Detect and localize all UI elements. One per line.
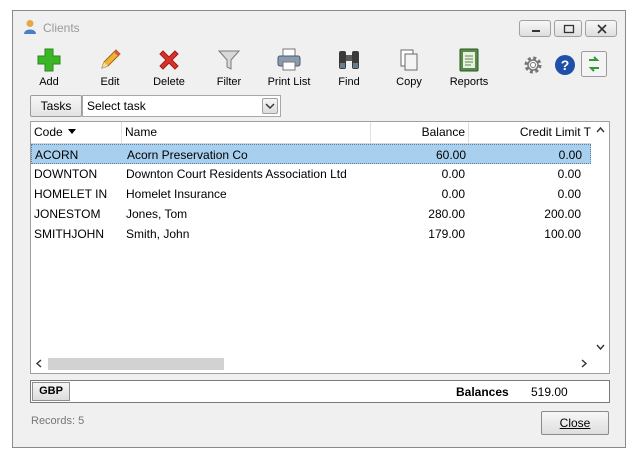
close-icon bbox=[597, 24, 607, 34]
cell-balance: 0.00 bbox=[441, 167, 465, 181]
tasks-button[interactable]: Tasks bbox=[30, 95, 82, 117]
delete-x-icon bbox=[159, 50, 179, 70]
clients-table: Code Name Balance Credit Limit T ACORN Ac… bbox=[30, 121, 610, 374]
add-label: Add bbox=[39, 76, 59, 88]
refresh-button[interactable] bbox=[581, 51, 607, 80]
table-row[interactable]: DOWNTON Downton Court Residents Associati… bbox=[31, 164, 591, 184]
find-button[interactable]: Find bbox=[319, 45, 379, 97]
copy-button[interactable]: Copy bbox=[379, 45, 439, 97]
clients-window: Clients Add Edit Delete Filter Print Lis… bbox=[12, 10, 626, 448]
cell-balance: 179.00 bbox=[428, 227, 465, 241]
header-code[interactable]: Code bbox=[31, 122, 122, 143]
toolbar: Add Edit Delete Filter Print List Find C… bbox=[13, 45, 625, 97]
cell-name: Acorn Preservation Co bbox=[127, 148, 248, 162]
gear-icon bbox=[524, 56, 542, 74]
plus-icon bbox=[37, 48, 61, 72]
help-button[interactable]: ? bbox=[554, 53, 576, 78]
copy-label: Copy bbox=[396, 76, 422, 88]
records-count: Records: 5 bbox=[31, 415, 85, 427]
cell-credit-limit: 0.00 bbox=[558, 148, 582, 162]
reports-button[interactable]: Reports bbox=[439, 45, 499, 97]
scroll-left-icon[interactable] bbox=[35, 359, 42, 371]
cell-credit-limit: 200.00 bbox=[544, 207, 581, 221]
edit-button[interactable]: Edit bbox=[80, 45, 140, 97]
print-list-label: Print List bbox=[267, 76, 311, 88]
delete-button[interactable]: Delete bbox=[139, 45, 199, 97]
funnel-icon bbox=[217, 50, 241, 70]
table-row[interactable]: JONESTOM Jones, Tom 280.00 200.00 bbox=[31, 204, 591, 224]
cell-name: Homelet Insurance bbox=[126, 187, 227, 201]
close-button[interactable]: Close bbox=[541, 411, 609, 435]
table-header: Code Name Balance Credit Limit T bbox=[31, 122, 591, 144]
filter-label: Filter bbox=[216, 76, 242, 88]
header-balance[interactable]: Balance bbox=[371, 122, 469, 143]
cell-name: Jones, Tom bbox=[126, 207, 188, 221]
cell-name: Smith, John bbox=[126, 227, 190, 241]
printer-icon bbox=[277, 48, 301, 71]
currency-button[interactable]: GBP bbox=[32, 382, 70, 401]
header-credit-limit[interactable]: Credit Limit T bbox=[469, 122, 591, 143]
settings-button[interactable] bbox=[521, 53, 545, 80]
filter-button[interactable]: Filter bbox=[199, 45, 259, 97]
vertical-scrollbar[interactable] bbox=[591, 122, 609, 355]
cell-credit-limit: 0.00 bbox=[557, 187, 581, 201]
horizontal-scroll-thumb[interactable] bbox=[48, 358, 224, 370]
cell-code: HOMELET IN bbox=[34, 187, 108, 201]
cell-credit-limit: 100.00 bbox=[544, 227, 581, 241]
binoculars-icon bbox=[339, 51, 359, 69]
header-name[interactable]: Name bbox=[122, 122, 371, 143]
cell-balance: 60.00 bbox=[435, 148, 466, 162]
cell-code: SMITHJOHN bbox=[34, 227, 104, 241]
cell-credit-limit: 0.00 bbox=[557, 167, 581, 181]
cell-balance: 280.00 bbox=[428, 207, 465, 221]
delete-label: Delete bbox=[153, 76, 185, 88]
help-icon: ? bbox=[555, 55, 575, 75]
maximize-icon bbox=[563, 24, 575, 34]
task-select[interactable]: Select task bbox=[82, 95, 281, 117]
sort-desc-icon bbox=[68, 129, 77, 134]
table-row[interactable]: ACORN Acorn Preservation Co 60.00 0.00 bbox=[31, 144, 591, 164]
window-title: Clients bbox=[43, 21, 80, 35]
table-row[interactable]: HOMELET IN Homelet Insurance 0.00 0.00 bbox=[31, 184, 591, 204]
scroll-down-icon[interactable] bbox=[596, 343, 605, 354]
svg-text:?: ? bbox=[561, 57, 570, 73]
cell-code: DOWNTON bbox=[34, 167, 98, 181]
copy-icon bbox=[400, 49, 418, 71]
cell-code: ACORN bbox=[35, 148, 79, 162]
print-list-button[interactable]: Print List bbox=[259, 45, 319, 97]
add-button[interactable]: Add bbox=[19, 45, 79, 97]
reports-label: Reports bbox=[449, 76, 489, 88]
table-row[interactable]: SMITHJOHN Smith, John 179.00 100.00 bbox=[31, 224, 591, 244]
refresh-icon bbox=[581, 51, 607, 77]
cell-code: JONESTOM bbox=[34, 207, 101, 221]
user-icon bbox=[24, 20, 36, 34]
cell-name: Downton Court Residents Association Ltd bbox=[126, 167, 347, 181]
edit-label: Edit bbox=[100, 76, 120, 88]
scroll-right-icon[interactable] bbox=[581, 359, 588, 371]
minimize-button[interactable] bbox=[519, 20, 551, 37]
cell-balance: 0.00 bbox=[441, 187, 465, 201]
reports-icon bbox=[459, 48, 479, 72]
task-dropdown-button[interactable] bbox=[262, 98, 278, 114]
minimize-icon bbox=[532, 30, 540, 32]
balances-label: Balances bbox=[456, 385, 509, 399]
balance-bar: GBP Balances 519.00 bbox=[30, 380, 610, 403]
scroll-up-icon[interactable] bbox=[596, 125, 605, 136]
find-label: Find bbox=[338, 76, 360, 88]
task-select-value: Select task bbox=[87, 99, 146, 113]
window-close-button[interactable] bbox=[585, 20, 617, 37]
title-bar: Clients bbox=[13, 11, 625, 41]
balances-value: 519.00 bbox=[531, 385, 568, 399]
chevron-down-icon bbox=[265, 103, 275, 109]
pencil-icon bbox=[101, 49, 121, 69]
horizontal-scrollbar[interactable] bbox=[31, 355, 609, 373]
maximize-button[interactable] bbox=[554, 20, 582, 37]
header-code-label: Code bbox=[34, 125, 63, 139]
